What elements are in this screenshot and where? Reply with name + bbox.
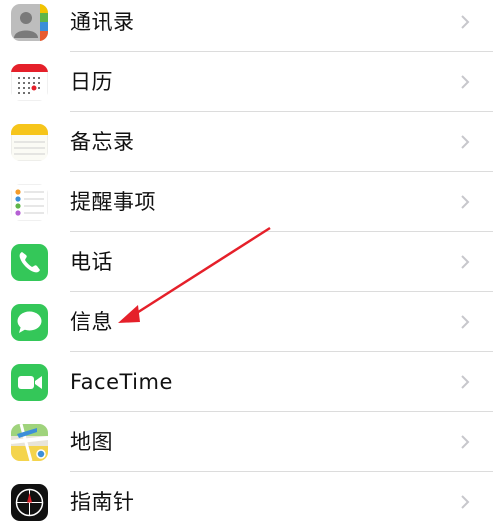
chevron-right-icon [461, 75, 470, 89]
chevron-right-icon [461, 315, 470, 329]
settings-row-label: 日历 [70, 70, 113, 94]
calendar-icon [11, 64, 48, 101]
chevron-right-icon [461, 15, 470, 29]
settings-row-label: 指南针 [70, 490, 135, 514]
settings-row-label: 备忘录 [70, 130, 135, 154]
notes-icon [11, 124, 48, 161]
settings-row-maps[interactable]: 地图 [0, 412, 493, 472]
chevron-right-icon [461, 435, 470, 449]
chevron-right-icon [461, 255, 470, 269]
chevron-right-icon [461, 375, 470, 389]
compass-icon [11, 484, 48, 521]
settings-row-facetime[interactable]: FaceTime [0, 352, 493, 412]
reminders-icon [11, 184, 48, 221]
settings-row-phone[interactable]: 电话 [0, 232, 493, 292]
settings-row-label: 提醒事项 [70, 190, 156, 214]
chevron-right-icon [461, 195, 470, 209]
settings-row-label: 地图 [70, 430, 113, 454]
settings-row-label: 信息 [70, 310, 113, 334]
settings-row-label: FaceTime [70, 370, 173, 394]
chevron-right-icon [461, 135, 470, 149]
phone-icon [11, 244, 48, 281]
facetime-icon [11, 364, 48, 401]
settings-row-notes[interactable]: 备忘录 [0, 112, 493, 172]
messages-icon [11, 304, 48, 341]
settings-row-compass[interactable]: 指南针 [0, 472, 493, 532]
chevron-right-icon [461, 495, 470, 509]
settings-row-messages[interactable]: 信息 [0, 292, 493, 352]
settings-row-calendar[interactable]: 日历 [0, 52, 493, 112]
settings-row-reminders[interactable]: 提醒事项 [0, 172, 493, 232]
settings-row-label: 电话 [70, 250, 113, 274]
maps-icon [11, 424, 48, 461]
settings-row-contacts[interactable]: 通讯录 [0, 0, 493, 52]
settings-list: 通讯录 日历 备忘录 提醒事项 电话 信息 FaceTime 地图 指南针 [0, 0, 493, 532]
settings-row-label: 通讯录 [70, 10, 135, 34]
contacts-icon [11, 4, 48, 41]
